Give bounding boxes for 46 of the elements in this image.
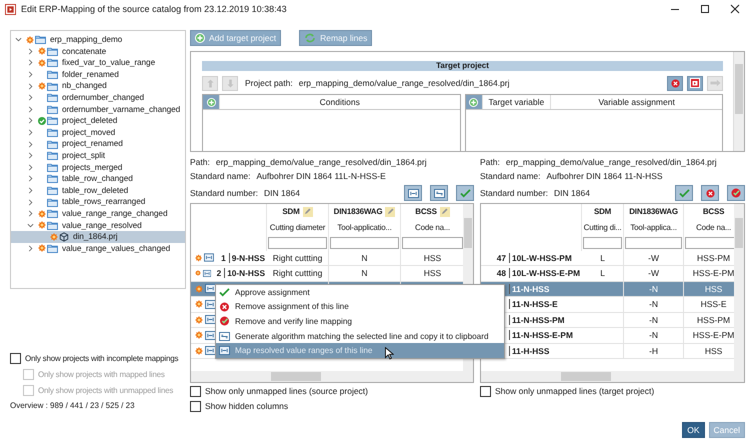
- row-code: 10L-W-HSS-E-PM: [509, 268, 582, 278]
- column-description: Tool-applicatio...: [337, 222, 392, 232]
- row-number: 48: [496, 268, 507, 278]
- info-label: Standard name:: [480, 171, 540, 181]
- row-code: 11-H-HSS: [509, 346, 552, 356]
- row-code: 11-N-HSS-E-PM: [509, 330, 575, 340]
- info-value: Aufbohrer DIN 1864 11-N-HSS: [546, 171, 663, 181]
- path-value: erp_mapping_demo/value_range_resolved/din_1864.prj: [298, 78, 510, 88]
- table-cell: -W: [624, 250, 684, 266]
- row-number: 1: [221, 252, 227, 263]
- info-label: Standard name:: [190, 171, 250, 181]
- column-description: Cutting diameter: [270, 222, 326, 232]
- info-label: Standard number:: [480, 188, 548, 198]
- info-value: erp_mapping_demo/value_range_resolved/din_1864.prj: [506, 157, 717, 167]
- table-cell: N: [329, 250, 401, 266]
- row-code: 10-N-HSS: [224, 268, 267, 278]
- row-code: 11-N-HSS: [509, 284, 552, 294]
- info-value: DIN 1864: [264, 188, 300, 198]
- column-description: Code na...: [696, 222, 732, 232]
- row-code: 11-N-HSS-PM: [509, 314, 567, 325]
- info-label: Standard number:: [190, 188, 258, 198]
- row-code: 11-N-HSS-E: [509, 299, 560, 310]
- row-code: 9-N-HSS: [228, 252, 267, 263]
- info-value: erp_mapping_demo/value_range_resolved/din_1864.prj: [216, 157, 427, 167]
- overview-text: Overview : 989 / 441 / 23 / 525 / 23: [10, 401, 136, 410]
- table-cell: -H: [624, 344, 684, 359]
- info-value: DIN 1864: [554, 188, 590, 198]
- table-cell: -N: [624, 312, 684, 328]
- info-value: Aufbohrer DIN 1864 11L-N-HSS-E: [256, 171, 386, 181]
- table-cell: L: [582, 250, 624, 266]
- column-description: Code na...: [415, 222, 450, 232]
- row-code: 10L-W-HSS-PM: [509, 252, 574, 263]
- table-cell: Right cuttting: [267, 250, 329, 266]
- table-cell: HSS: [684, 282, 734, 297]
- table-cell: -N: [624, 297, 684, 312]
- row-number: 2: [216, 268, 222, 278]
- table-cell: -N: [624, 328, 684, 344]
- column-description: Cutting di...: [584, 222, 622, 232]
- column-description: Tool-applica...: [630, 222, 677, 232]
- info-label: Path:: [190, 157, 210, 167]
- section-header: Target project: [202, 61, 723, 71]
- info-label: Path:: [480, 157, 500, 167]
- row-number: 47: [496, 252, 507, 263]
- table-cell: -N: [624, 282, 684, 297]
- path-label: Project path:: [245, 78, 293, 88]
- window-title: Edit ERP-Mapping of the source catalog from 23.12.2019 10:38:43: [21, 4, 287, 14]
